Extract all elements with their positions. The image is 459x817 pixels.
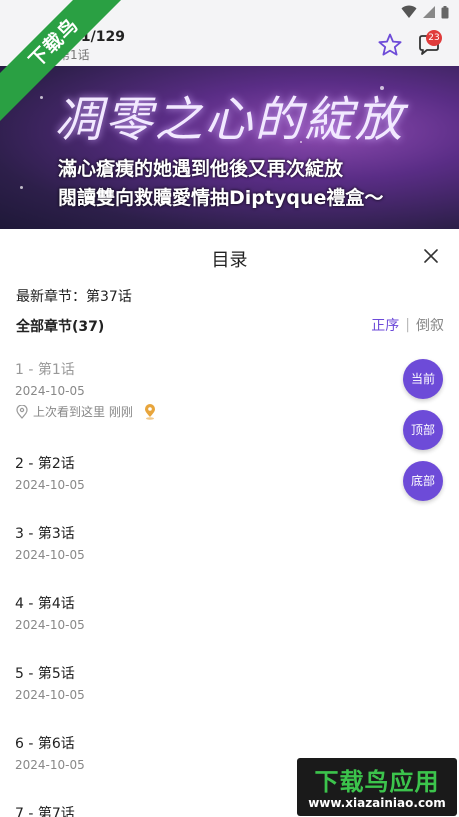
last-read-text: 上次看到这里 刚刚 [33,405,133,419]
latest-chapter: 最新章节：第37话 [16,289,132,305]
chapter-date: 2024-10-05 [15,758,85,772]
chapter-date: 2024-10-05 [15,688,85,702]
chapter-date: 2024-10-05 [15,478,85,492]
chapter-item[interactable]: 5 - 第5话 2024-10-05 [15,663,85,702]
battery-icon [441,5,449,18]
chapter-name: 3 - 第3话 [15,526,75,542]
sort-separator: | [405,317,410,333]
chapter-name: 6 - 第6话 [15,736,75,752]
chapter-name: 2 - 第2话 [15,456,75,472]
location-marker-icon [144,403,155,420]
chapter-item[interactable]: 4 - 第4话 2024-10-05 [15,593,85,632]
watermark-ribbon-text: 下载鸟 [0,0,130,126]
signal-icon [423,6,435,18]
wifi-icon [401,5,417,18]
sort-descending-button[interactable]: 倒叙 [416,315,444,335]
last-read-marker: 上次看到这里 刚刚 [15,403,157,420]
banner-sparkle [20,186,23,189]
sort-toggle: 正序 | 倒叙 [371,315,444,335]
watermark-brand: 下载鸟应用 [314,768,440,796]
chapter-item[interactable]: 6 - 第6话 2024-10-05 [15,733,85,772]
watermark-url: www.xiazainiao.com [308,796,446,810]
chapter-item[interactable]: 2 - 第2话 2024-10-05 [15,453,85,492]
sheet-title: 目录 [211,250,248,271]
chapter-name: 5 - 第5话 [15,666,75,682]
catalogue-sheet: 目录 最新章节：第37话 全部章节(37) 正序 | 倒叙 1 - 第1话 20… [0,229,459,817]
jump-current-button[interactable]: 当前 [403,359,443,399]
close-icon[interactable] [420,245,442,267]
chapter-name: 4 - 第4话 [15,596,75,612]
chapter-date: 2024-10-05 [15,618,85,632]
status-bar [401,4,449,20]
location-pin-icon [16,404,28,419]
chapter-date: 2024-10-05 [15,384,85,398]
comment-count-badge: 23 [426,30,442,46]
banner-promo-text: 閱讀雙向救贖愛情抽Diptyque禮盒～ [58,187,384,209]
all-chapters-count: 全部章节(37) [16,319,105,335]
jump-top-button[interactable]: 顶部 [403,410,443,450]
chapter-name: 1 - 第1话 [15,362,75,378]
sort-ascending-button[interactable]: 正序 [371,315,399,335]
chapter-item[interactable]: 7 - 第7话 [15,803,75,817]
watermark-logo: 下载鸟应用 www.xiazainiao.com [297,758,457,816]
chapter-date: 2024-10-05 [15,548,85,562]
banner-tagline: 滿心瘡痍的她遇到他後又再次綻放 [58,158,344,180]
chapter-name: 7 - 第7话 [15,806,75,817]
chapter-item[interactable]: 3 - 第3话 2024-10-05 [15,523,85,562]
chapter-item[interactable]: 1 - 第1话 2024-10-05 上次看到这里 刚刚 [15,359,157,420]
watermark-ribbon: 下载鸟 [0,0,130,130]
jump-bottom-button[interactable]: 底部 [403,461,443,501]
favorite-star-icon[interactable] [377,32,403,58]
